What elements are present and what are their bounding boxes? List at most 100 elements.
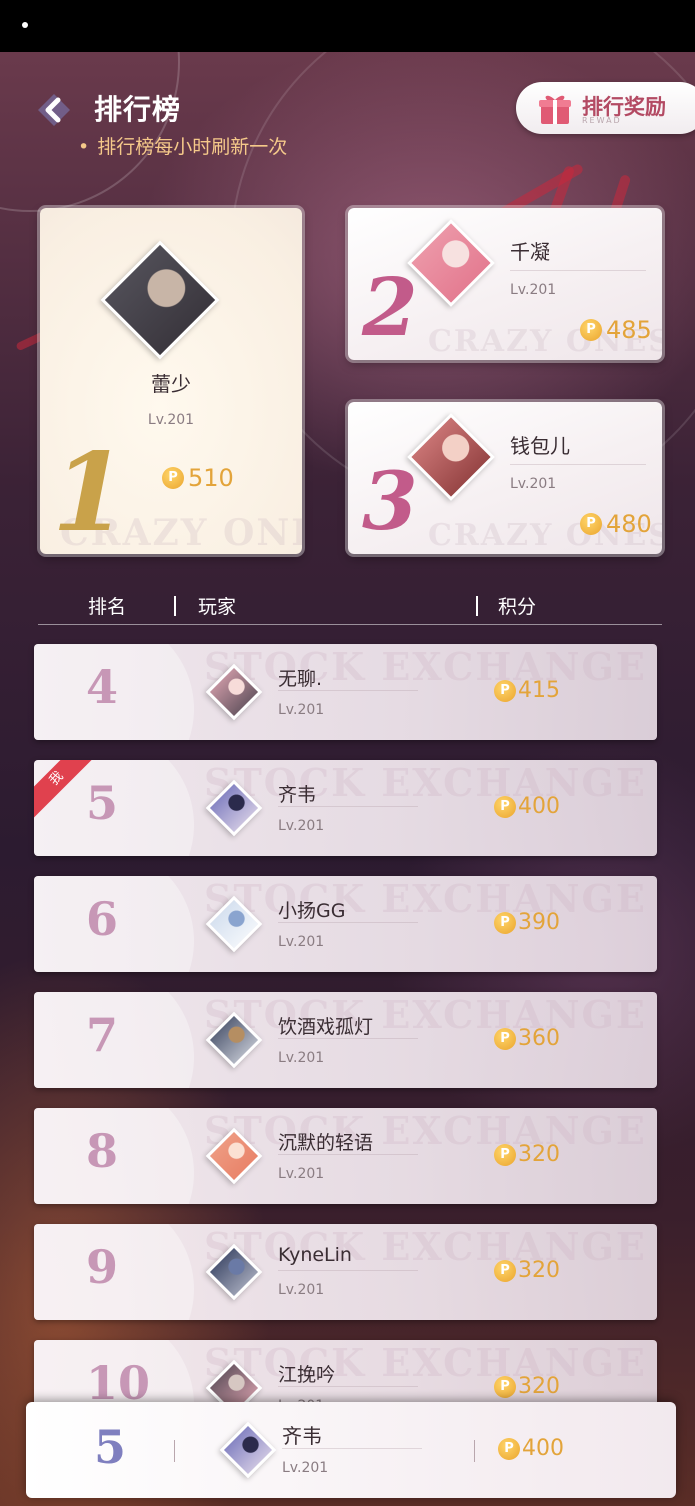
player-level: Lv.201 [278,818,325,834]
player-name: 小扬GG [278,900,346,922]
row-ghost-text: STOCK EXCHANGE [204,760,647,805]
player-points: P 320 [494,1258,560,1283]
player-level: Lv.201 [510,476,557,492]
player-name: 千凝 [510,240,550,264]
divider [510,464,646,465]
avatar [100,240,220,360]
row-ghost-text: STOCK EXCHANGE [204,1224,647,1269]
divider [278,1154,418,1155]
coin-icon: P [580,513,602,535]
points-value: 510 [188,464,234,492]
avatar-image [407,219,495,307]
coin-icon: P [494,911,516,934]
points-value: 485 [606,316,652,344]
player-name: 钱包儿 [510,434,570,458]
divider [278,1038,418,1039]
my-rank-bar[interactable]: 5 齐韦 Lv.201 P 400 [26,1402,676,1498]
rank-number: 5 [86,776,119,830]
avatar-image [100,240,220,360]
back-button[interactable] [34,90,74,130]
player-level: Lv.201 [278,1050,325,1066]
list-row[interactable]: STOCK EXCHANGE 4 无聊. Lv.201 P 415 [34,644,657,740]
rank-number: 2 [362,260,418,354]
coin-icon: P [494,795,516,818]
reward-button-sublabel: REWAD [582,116,622,125]
my-name: 齐韦 [282,1424,322,1448]
avatar-image [220,1422,276,1478]
rank-number: 1 [52,430,128,554]
list-row[interactable]: STOCK EXCHANGE 7 饮酒戏孤灯 Lv.201 P 360 [34,992,657,1088]
column-header-score: 积分 [498,596,537,618]
list-row[interactable]: STOCK EXCHANGE 8 沉默的轻语 Lv.201 P 320 [34,1108,657,1204]
refresh-note: 排行榜每小时刷新一次 [78,132,287,159]
player-name: 蕾少 [151,372,191,396]
podium-card-2[interactable]: CRAZY ONES 2 千凝 Lv.201 P 485 [348,208,662,360]
my-rank-number: 5 [94,1420,127,1474]
row-ghost-text: STOCK EXCHANGE [204,1108,647,1153]
divider [278,1270,418,1271]
avatar-image [407,413,495,501]
points-value: 320 [518,1374,560,1399]
podium-card-3[interactable]: CRAZY ONES 3 钱包儿 Lv.201 P 480 [348,402,662,554]
coin-icon: P [494,1259,516,1282]
header-divider [38,624,662,625]
row-ghost-text: STOCK EXCHANGE [204,992,647,1037]
coin-icon: P [498,1437,520,1460]
avatar [407,219,495,307]
row-ghost-text: STOCK EXCHANGE [204,876,647,921]
divider [278,1386,418,1387]
avatar [407,413,495,501]
player-level: Lv.201 [278,1166,325,1182]
my-points: P 400 [498,1436,564,1461]
rank-number: 7 [86,1008,119,1062]
column-separator [476,596,478,616]
list-row[interactable]: STOCK EXCHANGE 6 小扬GG Lv.201 P 390 [34,876,657,972]
player-name: 沉默的轻语 [278,1132,374,1154]
rank-number: 4 [86,660,119,714]
coin-icon: P [494,1027,516,1050]
points-value: 400 [518,794,560,819]
player-level: Lv.201 [278,934,325,950]
column-separator [174,1440,175,1462]
reward-button[interactable]: 排行奖励 REWAD [516,82,695,134]
player-points: P 415 [494,678,560,703]
column-separator [174,596,176,616]
coin-icon: P [494,679,516,702]
leaderboard-screen: 排行榜 排行榜每小时刷新一次 排行奖励 REWAD CRAZY ONES 蕾少 … [0,52,695,1506]
player-points: P 320 [494,1374,560,1399]
camera-dot [22,22,28,28]
column-header-player: 玩家 [198,596,237,618]
player-level: Lv.201 [278,1282,325,1298]
coin-icon: P [494,1143,516,1166]
player-name: 无聊. [278,668,323,690]
my-level: Lv.201 [282,1460,329,1476]
player-points: P 360 [494,1026,560,1051]
player-name: KyneLin [278,1244,352,1266]
points-value: 320 [518,1258,560,1283]
player-points: P 510 [162,464,234,492]
list-row[interactable]: STOCK EXCHANGE 我 5 齐韦 Lv.201 P 400 [34,760,657,856]
player-level: Lv.201 [278,702,325,718]
back-arrow-icon [38,94,70,126]
divider [278,922,418,923]
player-points: P 320 [494,1142,560,1167]
player-name: 齐韦 [278,784,317,806]
coin-icon: P [494,1375,516,1398]
points-value: 415 [518,678,560,703]
player-points: P 390 [494,910,560,935]
rank-number: 9 [86,1240,119,1294]
points-value: 480 [606,510,652,538]
coin-icon: P [162,467,184,489]
divider [278,690,418,691]
player-points: P 485 [580,316,652,344]
player-points: P 480 [580,510,652,538]
coin-icon: P [580,319,602,341]
player-level: Lv.201 [510,282,557,298]
row-ghost-text: STOCK EXCHANGE [204,644,647,689]
page-title: 排行榜 [94,93,182,126]
my-avatar [219,1421,277,1479]
list-row[interactable]: STOCK EXCHANGE 9 KyneLin Lv.201 P 320 [34,1224,657,1320]
rank-number: 8 [86,1124,119,1178]
status-bar [0,0,695,52]
podium-card-1[interactable]: CRAZY ONES 蕾少 Lv.201 P 510 1 [40,208,302,554]
